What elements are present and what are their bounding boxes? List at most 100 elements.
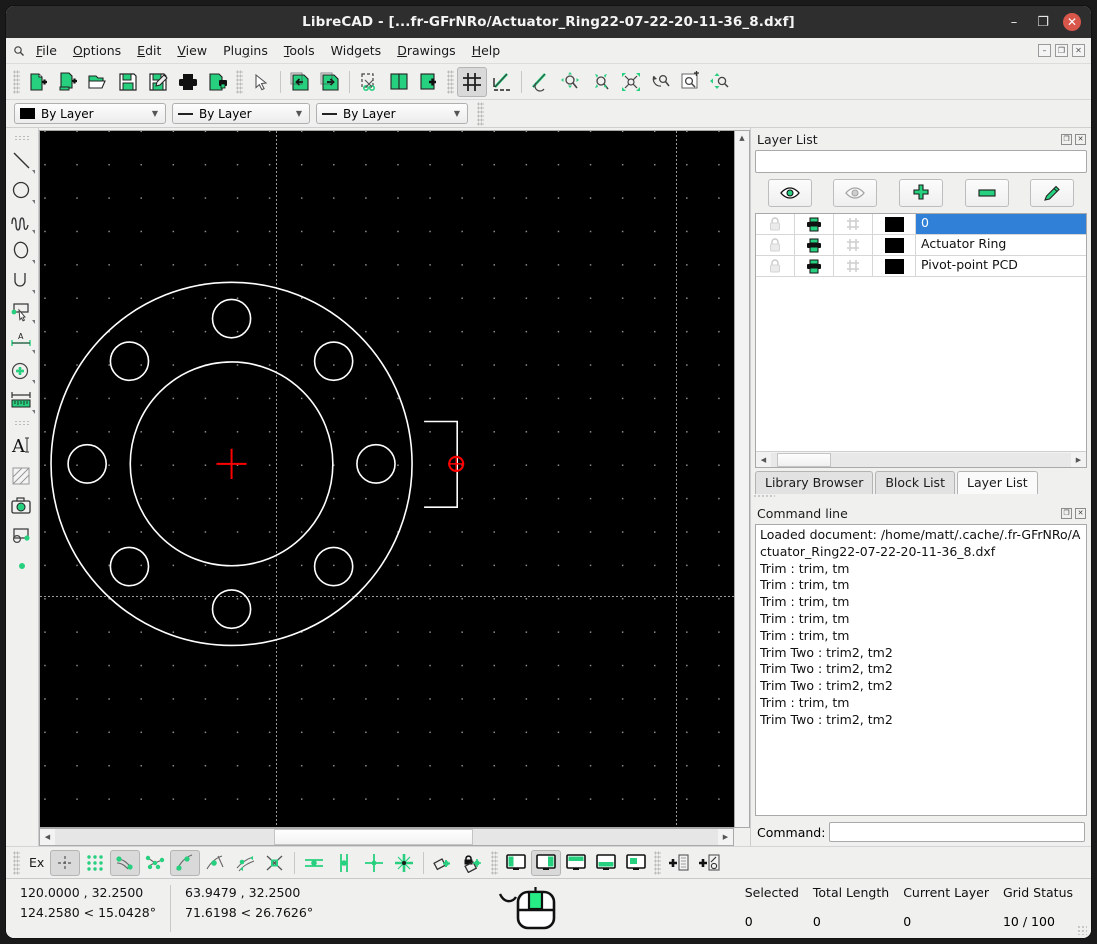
- layer-print-icon[interactable]: [795, 235, 834, 255]
- scroll-right-arrow-icon[interactable]: ▶: [718, 833, 733, 841]
- scroll-left-arrow-icon[interactable]: ◀: [756, 456, 771, 464]
- attributes-toolbar-grip[interactable]: [477, 101, 484, 126]
- linewidth-combobox[interactable]: By Layer ▼: [172, 103, 310, 124]
- arc-tool-icon[interactable]: [8, 267, 36, 295]
- snap-free-icon[interactable]: [50, 849, 81, 876]
- fullscreen-center-icon[interactable]: [531, 849, 562, 876]
- show-all-layers-button[interactable]: [767, 179, 812, 207]
- hscroll-thumb[interactable]: [273, 829, 473, 845]
- restrict-nothing-icon[interactable]: [389, 850, 419, 876]
- layer-table[interactable]: 0 Actuator Ring Pivot-point PCD ◀ ▶: [755, 213, 1087, 468]
- menu-widgets[interactable]: Widgets: [323, 40, 390, 61]
- linetype-combobox[interactable]: By Layer ▼: [316, 103, 468, 124]
- select-pointer-icon[interactable]: [246, 67, 276, 97]
- snap-intersection-icon[interactable]: [260, 850, 290, 876]
- snap-on-entity-icon[interactable]: [170, 849, 201, 876]
- tools-sidebar-grip[interactable]: [14, 135, 30, 142]
- menu-view[interactable]: View: [169, 40, 215, 61]
- relative-zero-icon[interactable]: [428, 850, 458, 876]
- ellipse-tool-icon[interactable]: [8, 237, 36, 265]
- image-tool-icon[interactable]: [8, 492, 36, 520]
- layer-construction-icon[interactable]: [834, 214, 873, 234]
- add-layer-quick-icon[interactable]: [664, 850, 694, 876]
- layer-construction-icon[interactable]: [834, 235, 873, 255]
- redo-icon[interactable]: [315, 67, 345, 97]
- save-as-icon[interactable]: [143, 67, 173, 97]
- zoom-previous-icon[interactable]: [646, 67, 676, 97]
- cut-icon[interactable]: [354, 67, 384, 97]
- snap-middle-icon[interactable]: [230, 850, 260, 876]
- chevron-down-icon[interactable]: ▼: [147, 109, 163, 118]
- app-menu-icon[interactable]: [10, 45, 28, 57]
- edit-layer-button[interactable]: [1030, 179, 1075, 207]
- menu-drawings[interactable]: Drawings: [389, 40, 464, 61]
- hide-all-layers-button[interactable]: [833, 179, 878, 207]
- zoom-out-icon[interactable]: [586, 67, 616, 97]
- table-row[interactable]: 0: [756, 214, 1086, 235]
- mdi-minimize-button[interactable]: –: [1038, 44, 1051, 57]
- menu-help[interactable]: Help: [464, 40, 509, 61]
- layer-lock-icon[interactable]: [756, 256, 795, 276]
- hatch-tool-icon[interactable]: [8, 462, 36, 490]
- command-dock-close-button[interactable]: ✕: [1075, 507, 1086, 519]
- new-file-icon[interactable]: [23, 67, 53, 97]
- fullscreen-top-icon[interactable]: [561, 850, 591, 876]
- hscroll-track[interactable]: [55, 829, 718, 845]
- command-dock-float-button[interactable]: ❐: [1061, 507, 1072, 519]
- layer-table-horizontal-scrollbar[interactable]: ◀ ▶: [756, 451, 1086, 467]
- spline-tool-icon[interactable]: [8, 207, 36, 235]
- canvas-horizontal-scrollbar[interactable]: ◀ ▶: [39, 828, 734, 846]
- snap-toolbar-grip-2[interactable]: [491, 850, 499, 875]
- point-tool-icon[interactable]: [8, 552, 36, 580]
- print-icon[interactable]: [173, 67, 203, 97]
- fullscreen-fit-icon[interactable]: [621, 850, 651, 876]
- table-row[interactable]: Actuator Ring: [756, 235, 1086, 256]
- print-preview-icon[interactable]: [203, 67, 233, 97]
- lock-relative-zero-icon[interactable]: [458, 850, 488, 876]
- layer-construction-icon[interactable]: [834, 256, 873, 276]
- layer-color-swatch[interactable]: [873, 256, 916, 276]
- circle-tool-icon[interactable]: [8, 177, 36, 205]
- modify-tool-icon[interactable]: [8, 297, 36, 325]
- resize-grip[interactable]: [1077, 925, 1087, 935]
- copy-icon[interactable]: [384, 67, 414, 97]
- layer-color-swatch[interactable]: [873, 235, 916, 255]
- tab-layer-list[interactable]: Layer List: [956, 471, 1038, 494]
- tab-block-list[interactable]: Block List: [875, 471, 955, 494]
- mdi-restore-button[interactable]: ❐: [1055, 44, 1068, 57]
- toolbar-grip-2[interactable]: [236, 69, 243, 94]
- add-block-quick-icon[interactable]: [694, 850, 724, 876]
- restrict-orthogonal-icon[interactable]: [359, 850, 389, 876]
- layer-print-icon[interactable]: [795, 214, 834, 234]
- add-layer-button[interactable]: [898, 179, 943, 207]
- layer-lock-icon[interactable]: [756, 235, 795, 255]
- pan-zoom-icon[interactable]: [526, 67, 556, 97]
- remove-layer-button[interactable]: [964, 179, 1009, 207]
- fullscreen-bottom-icon[interactable]: [591, 850, 621, 876]
- dimension-tool-icon[interactable]: A: [8, 327, 36, 355]
- snap-grid-icon[interactable]: [80, 850, 110, 876]
- command-input[interactable]: [829, 822, 1085, 842]
- tab-library-browser[interactable]: Library Browser: [755, 471, 874, 494]
- close-button[interactable]: ✕: [1063, 13, 1081, 31]
- restrict-vertical-icon[interactable]: [329, 850, 359, 876]
- fullscreen-left-icon[interactable]: [501, 850, 531, 876]
- layer-lock-icon[interactable]: [756, 214, 795, 234]
- menu-edit[interactable]: Edit: [129, 40, 169, 61]
- menu-tools[interactable]: Tools: [276, 40, 323, 61]
- menu-file[interactable]: FFileile: [28, 40, 65, 61]
- layer-dock-float-button[interactable]: ❐: [1061, 133, 1072, 145]
- undo-icon[interactable]: [285, 67, 315, 97]
- toolbar-grip-3[interactable]: [447, 69, 454, 94]
- chevron-down-icon[interactable]: ▼: [449, 109, 465, 118]
- minimize-button[interactable]: –: [1005, 13, 1023, 31]
- snap-entity-icon[interactable]: [140, 850, 170, 876]
- toolbar-grip[interactable]: [13, 69, 20, 94]
- zoom-in-icon[interactable]: [556, 67, 586, 97]
- cad-canvas[interactable]: [39, 130, 734, 828]
- measure-tool-icon[interactable]: [8, 387, 36, 415]
- layer-name[interactable]: 0: [916, 214, 1086, 234]
- save-icon[interactable]: [113, 67, 143, 97]
- layer-filter-input[interactable]: [755, 150, 1087, 173]
- chevron-down-icon[interactable]: ▼: [291, 109, 307, 118]
